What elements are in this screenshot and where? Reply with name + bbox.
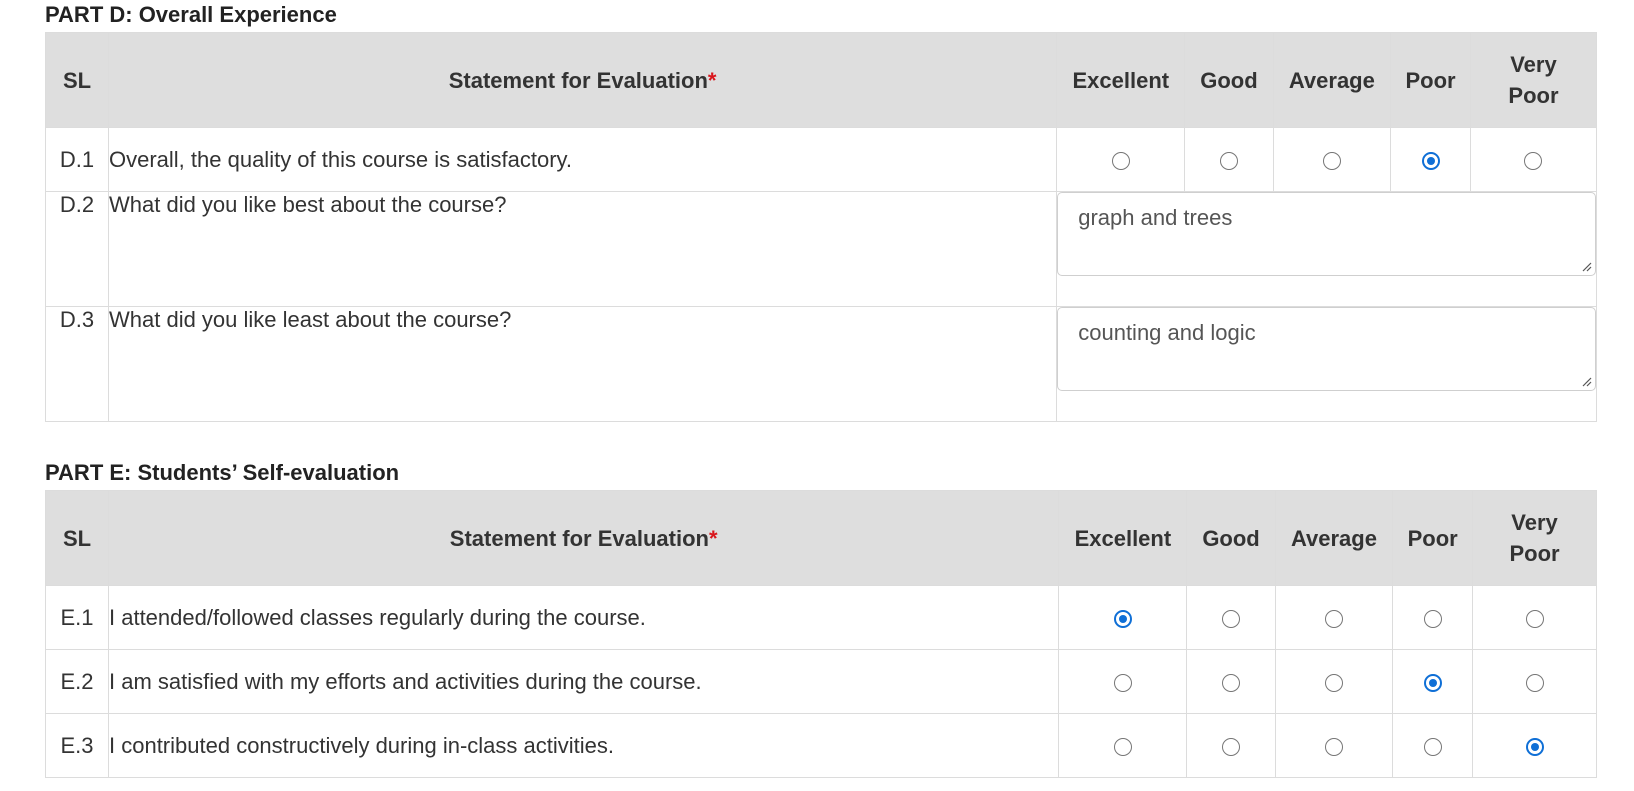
table-row: D.2 What did you like best about the cou… (45, 191, 1597, 307)
row-statement: What did you like best about the course? (107, 191, 1058, 307)
radio-poor[interactable] (1421, 151, 1440, 170)
col-header-very-poor: Very Poor (1472, 490, 1597, 586)
table-header-row: SL Statement for Evaluation* Excellent G… (45, 490, 1597, 586)
radio-average[interactable] (1324, 673, 1343, 692)
radio-good[interactable] (1222, 737, 1241, 756)
col-header-statement-label: Statement for Evaluation (448, 67, 708, 93)
required-mark: * (708, 525, 718, 551)
part-e-title: PART E: Students’ Self-evaluation (45, 460, 400, 485)
radio-excellent[interactable] (1111, 151, 1130, 170)
row-sl: D.2 (45, 191, 109, 307)
row-statement: I am satisfied with my efforts and activ… (107, 649, 1060, 714)
part-d-title: PART D: Overall Experience (45, 2, 337, 27)
radio-good[interactable] (1222, 609, 1241, 628)
required-mark: * (707, 67, 717, 93)
col-header-excellent: Excellent (1058, 490, 1188, 586)
col-header-very-poor: Very Poor (1469, 32, 1598, 128)
row-sl: E.1 (45, 585, 109, 650)
radio-very-poor[interactable] (1525, 737, 1544, 756)
radio-average[interactable] (1324, 609, 1343, 628)
part-e-section: PART E: Students’ Self-evaluation SL Sta… (45, 458, 1597, 778)
radio-poor[interactable] (1423, 737, 1442, 756)
resize-handle-icon[interactable] (1580, 375, 1592, 387)
col-header-sl: SL (45, 490, 109, 586)
row-statement: Overall, the quality of this course is s… (107, 127, 1058, 192)
col-header-statement: Statement for Evaluation* (107, 32, 1058, 128)
radio-average[interactable] (1322, 151, 1341, 170)
col-header-average: Average (1274, 490, 1394, 586)
radio-good[interactable] (1222, 673, 1241, 692)
least-about-course-textarea[interactable]: counting and logic (1057, 307, 1596, 391)
col-header-poor: Poor (1392, 490, 1474, 586)
textarea-value: counting and logic (1078, 320, 1256, 345)
row-statement: I contributed constructively during in-c… (107, 713, 1060, 778)
part-e-table: SL Statement for Evaluation* Excellent G… (45, 490, 1597, 778)
col-header-excellent: Excellent (1056, 32, 1186, 128)
col-header-very: Very (1510, 52, 1557, 77)
radio-very-poor[interactable] (1525, 609, 1544, 628)
radio-excellent[interactable] (1113, 737, 1132, 756)
radio-excellent[interactable] (1113, 609, 1132, 628)
table-row: E.3 I contributed constructively during … (45, 713, 1597, 778)
col-header-average: Average (1272, 32, 1392, 128)
radio-excellent[interactable] (1113, 673, 1132, 692)
table-header-row: SL Statement for Evaluation* Excellent G… (45, 32, 1598, 128)
row-statement: What did you like least about the course… (107, 306, 1058, 422)
radio-good[interactable] (1219, 151, 1238, 170)
col-header-statement: Statement for Evaluation* (107, 490, 1060, 586)
row-sl: E.3 (45, 713, 109, 778)
table-row: D.1 Overall, the quality of this course … (45, 127, 1598, 192)
col-header-good: Good (1186, 490, 1276, 586)
table-row: E.1 I attended/followed classes regularl… (45, 585, 1597, 650)
col-header-poor: Poor (1390, 32, 1471, 128)
table-row: D.3 What did you like least about the co… (45, 306, 1597, 422)
radio-average[interactable] (1324, 737, 1343, 756)
row-sl: D.1 (45, 127, 109, 192)
row-statement: I attended/followed classes regularly du… (107, 585, 1060, 650)
col-header-poor2: Poor (1509, 541, 1560, 566)
col-header-poor2: Poor (1508, 83, 1559, 108)
col-header-very: Very (1511, 510, 1558, 535)
col-header-good: Good (1184, 32, 1274, 128)
row-sl: D.3 (45, 306, 109, 422)
radio-very-poor[interactable] (1524, 151, 1543, 170)
col-header-statement-label: Statement for Evaluation (449, 525, 709, 551)
radio-very-poor[interactable] (1525, 673, 1544, 692)
part-d-table: SL Statement for Evaluation* Excellent G… (45, 32, 1598, 422)
textarea-value: graph and trees (1078, 205, 1233, 230)
radio-poor[interactable] (1423, 609, 1442, 628)
row-sl: E.2 (45, 649, 109, 714)
best-about-course-textarea[interactable]: graph and trees (1057, 192, 1596, 276)
resize-handle-icon[interactable] (1580, 260, 1592, 272)
part-d-section: PART D: Overall Experience SL Statement … (45, 0, 1598, 422)
table-row: E.2 I am satisfied with my efforts and a… (45, 649, 1597, 714)
radio-poor[interactable] (1423, 673, 1442, 692)
col-header-sl: SL (45, 32, 109, 128)
